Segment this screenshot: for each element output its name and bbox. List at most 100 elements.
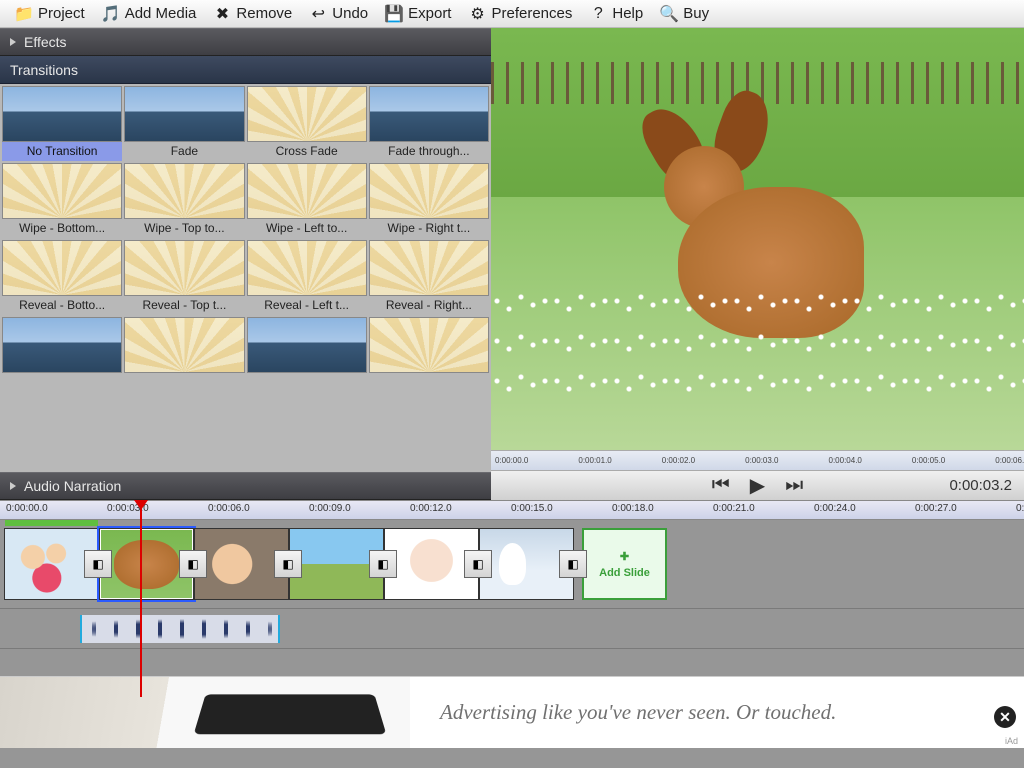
undo-icon: ↩ <box>308 4 328 24</box>
clip-2[interactable]: ◧ <box>99 528 194 600</box>
transition-4[interactable]: Wipe - Bottom... <box>2 163 122 238</box>
transition-14[interactable] <box>247 317 367 392</box>
transition-11[interactable]: Reveal - Right... <box>369 240 489 315</box>
clip-4[interactable]: ◧ <box>289 528 384 600</box>
buy-icon: 🔍 <box>659 4 679 24</box>
transition-icon[interactable]: ◧ <box>179 550 207 578</box>
transition-13[interactable] <box>124 317 244 392</box>
help-label: Help <box>612 5 643 22</box>
transition-7[interactable]: Wipe - Right t... <box>369 163 489 238</box>
next-button[interactable]: ⏭ <box>785 474 803 497</box>
clip-1[interactable]: ◧ <box>4 528 99 600</box>
transition-label <box>2 373 122 392</box>
project-label: Project <box>38 5 85 22</box>
prev-button[interactable]: ⏮ <box>712 474 730 497</box>
transitions-header[interactable]: Transitions <box>0 56 491 84</box>
ruler-tick: 0:00:21.0 <box>713 503 755 514</box>
transition-label: Cross Fade <box>247 142 367 161</box>
preferences-button[interactable]: ⚙Preferences <box>461 2 578 26</box>
timeline-ruler[interactable]: 0:00:00.00:00:03.00:00:06.00:00:09.00:00… <box>0 500 1024 520</box>
project-icon: 📁 <box>14 4 34 24</box>
transition-thumb <box>369 163 489 219</box>
transition-6[interactable]: Wipe - Left to... <box>247 163 367 238</box>
clip-6[interactable]: ◧ <box>479 528 574 600</box>
transition-thumb <box>369 317 489 373</box>
add-slide-button[interactable]: ✚ Add Slide <box>582 528 667 600</box>
add-media-label: Add Media <box>125 5 197 22</box>
plus-icon: ✚ <box>620 550 629 563</box>
transition-icon[interactable]: ◧ <box>559 550 587 578</box>
ad-image <box>0 677 410 748</box>
preview-viewport[interactable] <box>491 28 1024 450</box>
empty-track[interactable] <box>0 648 1024 676</box>
transition-thumb <box>247 317 367 373</box>
transition-icon[interactable]: ◧ <box>464 550 492 578</box>
triangle-right-icon <box>10 38 16 46</box>
transition-label: Reveal - Right... <box>369 296 489 315</box>
transition-label: Wipe - Left to... <box>247 219 367 238</box>
transition-label: Fade through... <box>369 142 489 161</box>
transition-9[interactable]: Reveal - Top t... <box>124 240 244 315</box>
preview-ruler[interactable]: 0:00:00.00:00:01.00:00:02.00:00:03.00:00… <box>491 450 1024 470</box>
preferences-icon: ⚙ <box>467 4 487 24</box>
left-panel: Effects Transitions No TransitionFadeCro… <box>0 28 491 500</box>
export-icon: 💾 <box>384 4 404 24</box>
transition-thumb <box>369 86 489 142</box>
help-icon: ? <box>588 4 608 24</box>
triangle-right-icon <box>10 482 16 490</box>
transition-5[interactable]: Wipe - Top to... <box>124 163 244 238</box>
ruler-tick: 0:00:06.0 <box>208 503 250 514</box>
video-track[interactable]: ◧ ◧ ◧ ◧ ◧ ◧ ✚ Add Slide <box>0 520 1024 608</box>
transition-15[interactable] <box>369 317 489 392</box>
remove-button[interactable]: ✖Remove <box>206 2 298 26</box>
remove-icon: ✖ <box>212 4 232 24</box>
audio-clip[interactable] <box>80 615 280 643</box>
ad-banner[interactable]: Advertising like you've never seen. Or t… <box>0 676 1024 748</box>
transition-label: Reveal - Botto... <box>2 296 122 315</box>
playhead[interactable] <box>140 501 142 697</box>
transition-thumb <box>2 163 122 219</box>
effects-label: Effects <box>24 34 67 50</box>
ruler-tick: 0:00:24.0 <box>814 503 856 514</box>
transition-label: Reveal - Top t... <box>124 296 244 315</box>
transition-icon[interactable]: ◧ <box>84 550 112 578</box>
ad-close-button[interactable]: ✕ <box>994 706 1016 728</box>
transition-thumb <box>2 240 122 296</box>
audio-narration-header[interactable]: Audio Narration <box>0 472 491 500</box>
remove-label: Remove <box>236 5 292 22</box>
transition-icon[interactable]: ◧ <box>274 550 302 578</box>
buy-label: Buy <box>683 5 709 22</box>
transition-icon[interactable]: ◧ <box>369 550 397 578</box>
transition-thumb <box>2 86 122 142</box>
transition-thumb <box>124 86 244 142</box>
transition-12[interactable] <box>2 317 122 392</box>
play-button[interactable]: ▶ <box>750 473 765 498</box>
transition-thumb <box>124 240 244 296</box>
transition-2[interactable]: Cross Fade <box>247 86 367 161</box>
clip-5[interactable]: ◧ <box>384 528 479 600</box>
ruler-tick: 0:00:12.0 <box>410 503 452 514</box>
transition-label: Fade <box>124 142 244 161</box>
audio-label: Audio Narration <box>24 478 121 494</box>
transition-8[interactable]: Reveal - Botto... <box>2 240 122 315</box>
transition-thumb <box>369 240 489 296</box>
project-button[interactable]: 📁Project <box>8 2 91 26</box>
ruler-tick: 0:00:09.0 <box>309 503 351 514</box>
help-button[interactable]: ?Help <box>582 2 649 26</box>
transition-3[interactable]: Fade through... <box>369 86 489 161</box>
add-media-button[interactable]: 🎵Add Media <box>95 2 203 26</box>
undo-button[interactable]: ↩Undo <box>302 2 374 26</box>
buy-button[interactable]: 🔍Buy <box>653 2 715 26</box>
transition-1[interactable]: Fade <box>124 86 244 161</box>
playback-controls: ⏮ ▶ ⏭ 0:00:03.2 <box>491 470 1024 500</box>
transition-label <box>369 373 489 392</box>
effects-header[interactable]: Effects <box>0 28 491 56</box>
clip-3[interactable]: ◧ <box>194 528 289 600</box>
transition-0[interactable]: No Transition <box>2 86 122 161</box>
export-button[interactable]: 💾Export <box>378 2 457 26</box>
audio-track[interactable] <box>0 608 1024 648</box>
transition-thumb <box>124 317 244 373</box>
transitions-grid: No TransitionFadeCross FadeFade through.… <box>0 84 491 472</box>
transition-10[interactable]: Reveal - Left t... <box>247 240 367 315</box>
transitions-label: Transitions <box>10 62 78 78</box>
